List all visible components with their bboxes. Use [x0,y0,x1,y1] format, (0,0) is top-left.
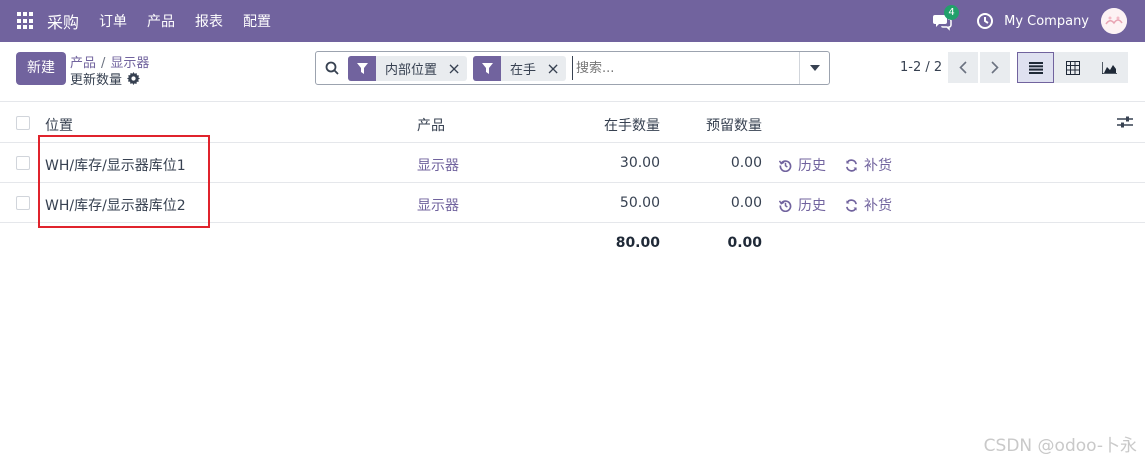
caret-down-icon [809,65,820,71]
replenish-button[interactable]: 补货 [845,195,892,215]
message-count-badge: 4 [944,5,960,20]
page-title-text: 更新数量 [70,73,123,88]
apps-menu-icon[interactable] [17,12,35,30]
chevron-left-icon [959,61,967,74]
pager-value[interactable]: 1-2 / 2 [900,60,942,75]
messaging-button[interactable]: 4 [932,5,960,31]
column-header-location[interactable]: 位置 [45,115,73,135]
reserved-cell: 0.00 [730,195,762,211]
history-button[interactable]: 历史 [779,155,826,175]
watermark: CSDN @odoo-卜永 [983,436,1137,456]
page-title: 更新数量 [70,69,141,88]
control-panel: 新建 产品 / 显示器 更新数量 内部位置 × 在手 × 搜索... 1-2 /… [0,42,1145,102]
refresh-icon [846,158,857,172]
facet-label: 在手 [510,62,537,78]
replenish-label: 补货 [864,158,892,174]
filter-icon [348,55,376,81]
column-header-reserved[interactable]: 预留数量 [706,115,762,135]
filter-icon [473,55,502,81]
reserved-cell: 0.00 [730,155,762,171]
on-hand-cell[interactable]: 50.00 [620,195,660,211]
total-reserved: 0.00 [727,235,762,251]
chevron-right-icon [991,61,999,74]
filter-facet-on-hand: 在手 × [473,55,567,81]
search-icon [316,61,348,75]
new-button[interactable]: 新建 [16,52,66,85]
history-label: 历史 [798,158,826,174]
activity-clock-icon[interactable] [976,12,994,30]
row-checkbox[interactable] [16,196,30,210]
area-chart-icon [1102,61,1117,74]
product-link[interactable]: 显示器 [417,195,459,215]
company-switcher[interactable]: My Company [1004,14,1089,29]
user-avatar[interactable] [1101,8,1127,34]
on-hand-cell[interactable]: 30.00 [620,155,660,171]
row-checkbox[interactable] [16,156,30,170]
column-header-on-hand[interactable]: 在手数量 [604,115,660,135]
pivot-table-icon [1065,60,1080,75]
remove-facet-close-icon[interactable]: × [544,59,562,78]
search-input[interactable] [572,56,799,80]
list-icon [1028,61,1043,74]
replenish-button[interactable]: 补货 [845,155,892,175]
pager-previous-button[interactable] [948,52,978,83]
search-options-toggle[interactable] [799,52,829,84]
list-view-button[interactable] [1017,52,1054,83]
column-header-product[interactable]: 产品 [417,115,445,135]
remove-facet-close-icon[interactable]: × [445,59,463,78]
table-footer-totals: 80.00 0.00 [0,223,1145,263]
history-label: 历史 [798,198,826,214]
history-button[interactable]: 历史 [779,195,826,215]
menu-products[interactable]: 产品 [147,11,175,31]
history-icon [779,199,792,212]
optional-columns-sliders-icon[interactable] [1117,115,1133,133]
menu-configuration[interactable]: 配置 [243,11,271,31]
filter-facet-internal-location: 内部位置 × [348,55,468,81]
menu-reporting[interactable]: 报表 [195,11,223,31]
pager-next-button[interactable] [980,52,1010,83]
history-icon [779,159,792,172]
menu-orders[interactable]: 订单 [99,11,127,31]
product-link[interactable]: 显示器 [417,155,459,175]
graph-view-button[interactable] [1091,52,1128,83]
highlight-annotation-box [38,135,210,228]
refresh-icon [846,198,857,212]
gear-icon[interactable] [127,72,141,85]
top-navbar: 采购 订单 产品 报表 配置 4 My Company [0,0,1145,42]
app-name[interactable]: 采购 [47,9,79,33]
search-bar: 内部位置 × 在手 × [315,51,830,85]
pivot-view-button[interactable] [1054,52,1091,83]
select-all-checkbox[interactable] [16,116,30,130]
replenish-label: 补货 [864,198,892,214]
facet-label: 内部位置 [385,62,438,78]
total-on-hand: 80.00 [615,235,660,251]
